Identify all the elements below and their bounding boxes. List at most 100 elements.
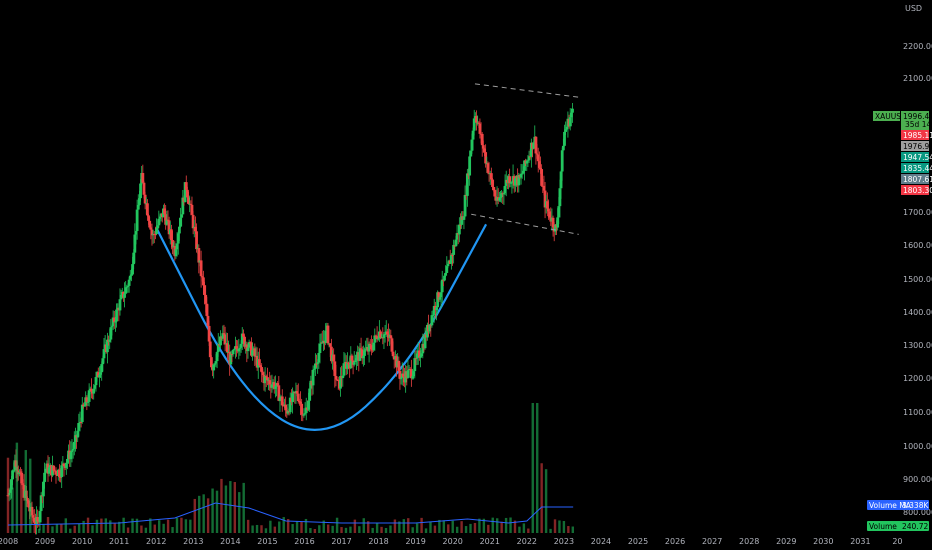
y-tick-label: 1700.000 bbox=[903, 208, 932, 217]
y-tick-label: 2100.000 bbox=[903, 74, 932, 83]
x-tick-label: 2030 bbox=[813, 537, 833, 546]
volume-bar bbox=[460, 521, 463, 533]
volume-bar bbox=[527, 528, 530, 533]
x-tick-label: 2018 bbox=[368, 537, 388, 546]
volume-bar bbox=[189, 519, 192, 533]
volume-bar bbox=[104, 518, 108, 533]
volume-bar bbox=[126, 527, 130, 533]
x-tick-label: 2013 bbox=[183, 537, 203, 546]
y-tick-label: 1100.000 bbox=[903, 408, 932, 417]
volume-bar bbox=[64, 518, 68, 533]
volume-bar bbox=[229, 481, 232, 533]
x-tick-label: 2010 bbox=[72, 537, 92, 546]
volume-bar bbox=[429, 521, 432, 533]
volume-bar bbox=[166, 519, 170, 533]
volume-bar bbox=[500, 521, 503, 533]
volume-bar bbox=[518, 526, 521, 533]
volume-bar bbox=[389, 525, 392, 533]
volume-bar bbox=[113, 523, 116, 533]
x-tick-label: 2031 bbox=[850, 537, 870, 546]
volume-bar bbox=[242, 482, 245, 533]
volume-bar bbox=[415, 523, 419, 533]
volume-bar bbox=[504, 517, 508, 533]
x-tick-label: 2012 bbox=[146, 537, 166, 546]
price-chart[interactable]: 2200.000 2100.000 1700.000 1600.000 1500.000… bbox=[0, 0, 932, 550]
volume-bar bbox=[51, 526, 54, 533]
volume-bar bbox=[567, 526, 570, 533]
volume-bar bbox=[509, 517, 512, 533]
price-tag-value: 1807.612 bbox=[903, 175, 932, 184]
volume-bar bbox=[407, 518, 410, 533]
volume-bar bbox=[180, 517, 183, 533]
volume-bar bbox=[300, 521, 303, 533]
volume-bar bbox=[6, 457, 10, 533]
volume-bar bbox=[371, 527, 374, 533]
volume-bar bbox=[344, 527, 348, 533]
volume-bar bbox=[464, 526, 468, 533]
volume-bar bbox=[455, 526, 459, 533]
volume-bar bbox=[491, 517, 494, 533]
volume-bar bbox=[473, 522, 477, 533]
volume-bar bbox=[358, 526, 361, 533]
price-tag-value: 1985.111 bbox=[903, 131, 932, 140]
volume-bar bbox=[158, 520, 161, 533]
volume-bar bbox=[29, 458, 32, 533]
volume-bar bbox=[318, 525, 321, 533]
volume-bar bbox=[495, 518, 499, 533]
volume-bar bbox=[109, 520, 112, 533]
volume-bar bbox=[411, 527, 414, 533]
x-tick-label: 2027 bbox=[702, 537, 722, 546]
volume-bar bbox=[269, 520, 272, 533]
volume-bar bbox=[478, 518, 481, 533]
volume-bar bbox=[571, 526, 574, 533]
volume-bar bbox=[11, 487, 14, 533]
volume-bar bbox=[193, 498, 196, 533]
volume-bar bbox=[171, 527, 174, 533]
volume-bar bbox=[362, 518, 365, 533]
volume-bar bbox=[340, 527, 343, 533]
x-tick-label: 2014 bbox=[220, 537, 240, 546]
volume-bar bbox=[309, 528, 312, 533]
volume-bar bbox=[211, 488, 214, 533]
volume-bar bbox=[55, 524, 59, 533]
volume-bar bbox=[260, 525, 263, 533]
volume-bar bbox=[291, 524, 294, 533]
volume-bar bbox=[77, 523, 81, 533]
volume-bar bbox=[540, 463, 543, 533]
volume-bar bbox=[255, 524, 259, 533]
volume-bar bbox=[433, 525, 437, 533]
volume-bar bbox=[349, 526, 352, 533]
x-tick-label: 2016 bbox=[294, 537, 314, 546]
volume-bar bbox=[206, 498, 210, 533]
price-tag-value: 1947.549 bbox=[903, 153, 932, 162]
volume-bar bbox=[424, 528, 428, 533]
price-tag-value: 1803.301 bbox=[903, 186, 932, 195]
volume-bar bbox=[91, 525, 94, 533]
volume-bar bbox=[304, 518, 308, 533]
volume-bar bbox=[487, 524, 490, 533]
volume-bar bbox=[331, 525, 334, 533]
volume-bar bbox=[295, 521, 299, 533]
x-tick-label: 2019 bbox=[405, 537, 425, 546]
volume-bar bbox=[402, 519, 406, 533]
x-tick-label: 2021 bbox=[480, 537, 500, 546]
volume-bar bbox=[144, 527, 148, 533]
y-tick-label: 1600.000 bbox=[903, 241, 932, 250]
volume-bar bbox=[42, 524, 45, 533]
y-tick-label: 1200.000 bbox=[903, 374, 932, 383]
x-tick-label: 2017 bbox=[331, 537, 351, 546]
x-tick-label: 2023 bbox=[554, 537, 574, 546]
volume-bar bbox=[175, 517, 179, 533]
y-tick-label: 1300.000 bbox=[903, 341, 932, 350]
volume-bar bbox=[86, 517, 90, 533]
volume-tag-value: 240.721K bbox=[902, 522, 932, 531]
x-tick-label: 2025 bbox=[628, 537, 648, 546]
volume-bar bbox=[442, 520, 446, 533]
volume-bar bbox=[553, 519, 557, 533]
volume-bar bbox=[273, 526, 277, 533]
chart-background bbox=[0, 0, 932, 550]
volume-bar bbox=[69, 528, 72, 533]
y-tick-label: 1000.000 bbox=[903, 442, 932, 451]
volume-bar bbox=[95, 519, 99, 533]
x-tick-label: 2020 bbox=[443, 537, 463, 546]
